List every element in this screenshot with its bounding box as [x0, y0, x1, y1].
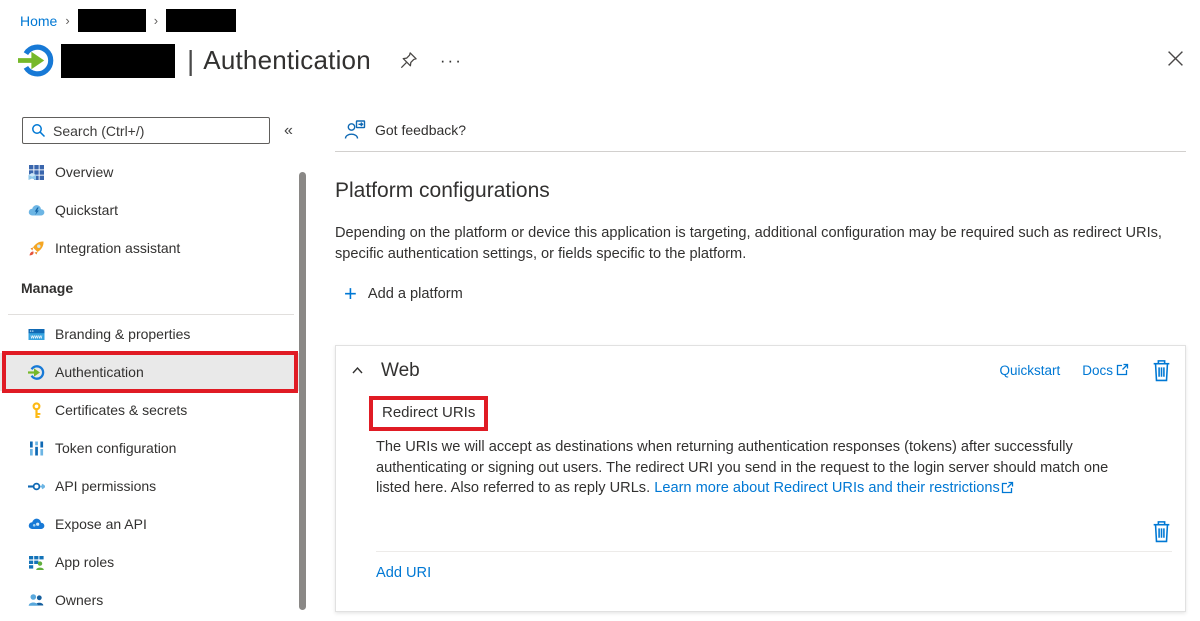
sidebar-item-api-permissions[interactable]: API permissions — [0, 467, 302, 505]
redirect-uris-description: The URIs we will accept as destinations … — [376, 437, 1118, 501]
web-panel-header: Web Quickstart Docs — [351, 359, 1172, 382]
pin-icon[interactable] — [399, 51, 418, 70]
learn-more-link[interactable]: Learn more about Redirect URIs and their… — [654, 480, 1000, 496]
app-registration-logo-icon — [18, 42, 55, 79]
docs-link-label: Docs — [1082, 363, 1113, 378]
api-node-icon — [28, 478, 45, 495]
add-a-platform-button[interactable]: + Add a platform — [344, 285, 463, 303]
sidebar-scrollbar[interactable] — [299, 172, 306, 610]
cloud-api-icon — [28, 516, 45, 533]
sidebar-item-authentication[interactable]: Authentication — [0, 353, 302, 391]
sidebar-item-label: Authentication — [55, 364, 144, 380]
breadcrumb-home-link[interactable]: Home — [20, 13, 57, 29]
web-panel-title: Web — [381, 360, 420, 382]
toolbar-divider — [335, 151, 1186, 152]
got-feedback-label: Got feedback? — [375, 122, 466, 138]
sidebar-item-label: Owners — [55, 592, 103, 608]
add-a-platform-label: Add a platform — [368, 286, 463, 302]
cloud-bolt-icon — [28, 202, 45, 219]
svg-text:www: www — [30, 334, 43, 340]
plus-icon: + — [344, 285, 357, 303]
sidebar-item-label: Token configuration — [55, 440, 176, 456]
sidebar-item-integration-assistant[interactable]: Integration assistant — [0, 229, 302, 267]
chevron-up-icon[interactable] — [351, 364, 364, 377]
sidebar-item-app-roles[interactable]: App roles — [0, 543, 302, 581]
sidebar-item-label: App roles — [55, 554, 114, 570]
search-input-container — [22, 117, 270, 144]
sidebar-item-branding-properties[interactable]: www Branding & properties — [0, 315, 302, 353]
page-title: Authentication — [203, 45, 371, 76]
key-icon — [28, 402, 45, 419]
title-separator: | — [187, 45, 194, 77]
browser-www-icon: www — [28, 326, 45, 343]
delete-platform-trash-icon[interactable] — [1151, 359, 1172, 382]
uri-row-divider — [376, 551, 1172, 552]
redacted-breadcrumb-item[interactable] — [166, 9, 236, 32]
delete-uri-trash-icon[interactable] — [1151, 520, 1172, 543]
web-platform-panel: Web Quickstart Docs — [335, 345, 1186, 612]
sidebar-search-row: « — [22, 117, 293, 144]
sidebar-item-label: Expose an API — [55, 516, 147, 532]
external-link-icon — [1001, 480, 1014, 501]
platform-configurations-heading: Platform configurations — [335, 179, 550, 203]
sidebar-item-expose-an-api[interactable]: Expose an API — [0, 505, 302, 543]
sidebar-nav: Overview Quickstart Integration assistan… — [0, 153, 302, 619]
rocket-icon — [28, 240, 45, 257]
more-options-icon[interactable]: ··· — [440, 51, 463, 71]
feedback-person-icon — [344, 119, 366, 140]
redirect-uris-label: Redirect URIs — [369, 396, 488, 431]
sidebar-item-certificates-secrets[interactable]: Certificates & secrets — [0, 391, 302, 429]
sidebar-item-label: Quickstart — [55, 202, 118, 218]
redacted-breadcrumb-item[interactable] — [78, 9, 146, 32]
got-feedback-button[interactable]: Got feedback? — [344, 119, 466, 140]
sidebar-item-label: API permissions — [55, 478, 156, 494]
sidebar-item-label: Integration assistant — [55, 240, 180, 256]
search-icon — [31, 123, 46, 138]
sidebar-item-token-configuration[interactable]: Token configuration — [0, 429, 302, 467]
sidebar-item-label: Certificates & secrets — [55, 402, 187, 418]
bars-icon — [28, 440, 45, 457]
sidebar-item-owners[interactable]: Owners — [0, 581, 302, 619]
grid-cube-icon — [28, 164, 45, 181]
close-icon[interactable] — [1167, 50, 1184, 67]
external-link-icon — [1116, 363, 1129, 379]
page-title-bar: | Authentication ··· — [18, 42, 463, 79]
breadcrumb: Home › › — [20, 9, 236, 32]
grid-person-icon — [28, 554, 45, 571]
people-icon — [28, 592, 45, 609]
breadcrumb-separator: › — [154, 13, 158, 28]
search-input[interactable] — [53, 123, 261, 139]
redacted-app-name — [61, 44, 175, 78]
add-uri-link[interactable]: Add URI — [376, 565, 431, 581]
quickstart-link[interactable]: Quickstart — [999, 363, 1060, 378]
platform-configurations-description: Depending on the platform or device this… — [335, 223, 1162, 265]
auth-arrow-icon — [28, 364, 45, 381]
sidebar-item-label: Branding & properties — [55, 326, 190, 342]
sidebar-section-manage: Manage — [0, 267, 302, 315]
sidebar-item-label: Overview — [55, 164, 113, 180]
breadcrumb-separator: › — [65, 13, 69, 28]
sidebar-item-overview[interactable]: Overview — [0, 153, 302, 191]
collapse-sidebar-icon[interactable]: « — [284, 122, 293, 140]
docs-link[interactable]: Docs — [1082, 363, 1129, 379]
sidebar-item-quickstart[interactable]: Quickstart — [0, 191, 302, 229]
